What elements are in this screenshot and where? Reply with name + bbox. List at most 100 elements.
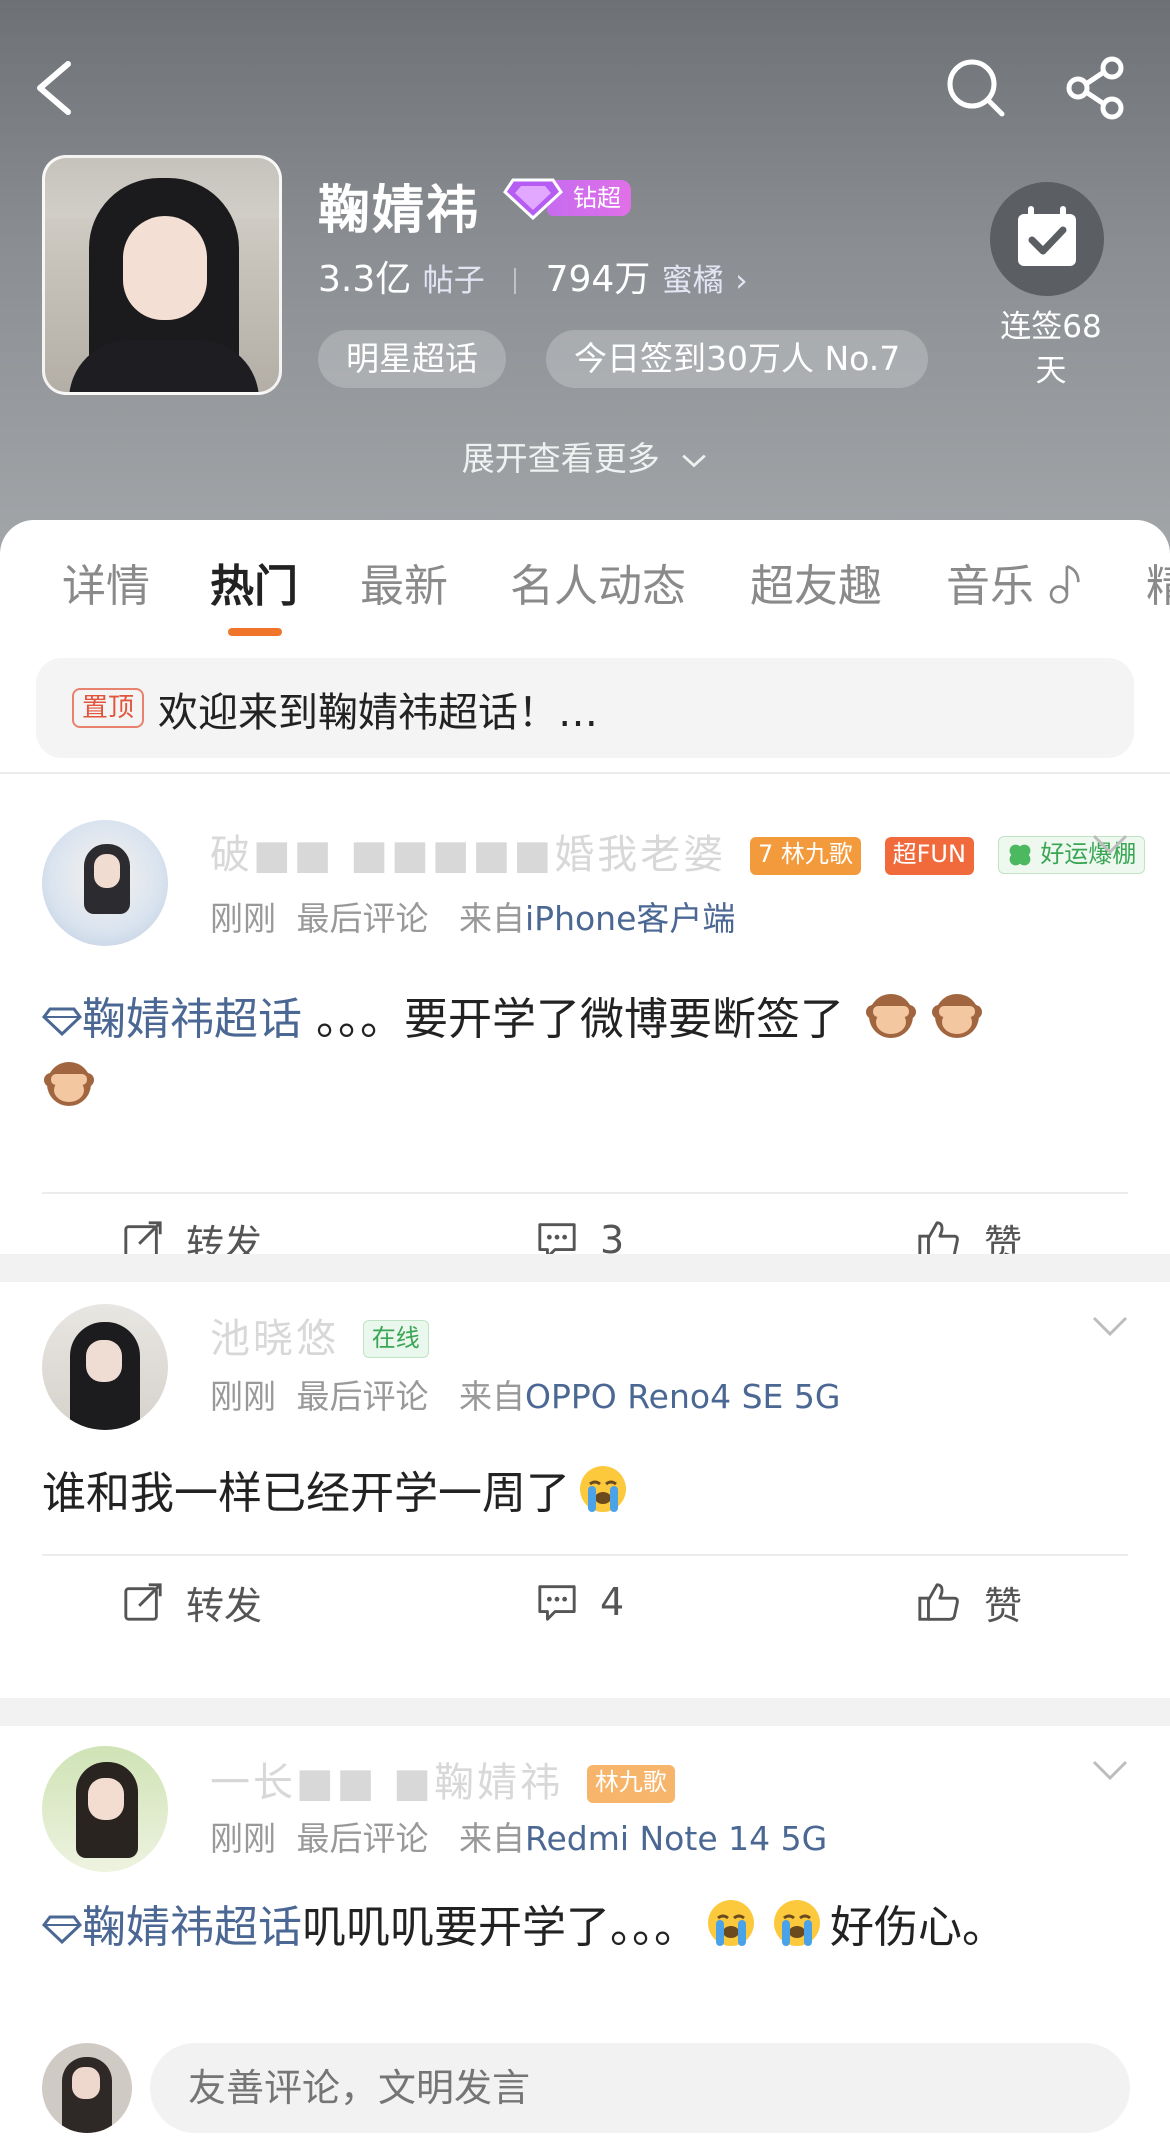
author-name-text[interactable]: 一长■■ ■鞠婧祎: [210, 1760, 563, 1806]
post-menu-chevron-icon[interactable]: [1090, 1312, 1130, 1342]
post-author-avatar[interactable]: [42, 820, 168, 946]
topic-link-label[interactable]: 鞠婧祎超话: [82, 994, 302, 1045]
post-text-end: 好伤心。: [830, 1902, 1006, 1953]
pinned-text[interactable]: 欢迎来到鞠婧祎超话！…: [158, 680, 598, 738]
tab-bar: 详情 热门 最新 名人动态 超友趣 音乐 精: [0, 550, 1170, 640]
see-no-evil-monkey-icon: [932, 994, 982, 1038]
fan-badge: 林九歌: [586, 1765, 675, 1803]
author-name-text[interactable]: 破■■ ■■■■■婚我老婆: [210, 832, 726, 878]
tab-celebrity-news[interactable]: 名人动态: [510, 550, 686, 614]
post-menu-chevron-icon[interactable]: [1090, 1756, 1130, 1786]
my-avatar[interactable]: [42, 2043, 132, 2133]
post-source[interactable]: Redmi Note 14 5G: [525, 1819, 827, 1858]
thumbs-up-icon: [918, 1583, 959, 1621]
topic-header: 鞠婧祎 钻超 3.3亿 帖子 794万 蜜橘 › 明星超话 今日签到30万人 N…: [0, 0, 1170, 560]
back-arrow-icon[interactable]: [28, 58, 78, 118]
comment-count[interactable]: 4: [600, 1580, 624, 1624]
share-icon[interactable]: [1064, 56, 1128, 120]
tab-hot[interactable]: 热门: [210, 550, 298, 614]
post-body[interactable]: 鞠婧祎超话 。。。要开学了微博要断签了: [41, 986, 1132, 1122]
like-label[interactable]: 赞: [984, 1575, 1022, 1630]
post-time: 刚刚: [210, 1377, 276, 1416]
fans-unit[interactable]: 蜜橘: [662, 263, 724, 299]
post-menu-chevron-icon[interactable]: [1090, 830, 1130, 860]
repost-icon: [124, 1583, 162, 1621]
like-button[interactable]: 赞: [916, 1562, 1022, 1642]
calendar-check-icon: [1018, 206, 1076, 266]
post-time: 刚刚: [210, 899, 276, 938]
post-body[interactable]: 鞠婧祎超话叽叽叽要开学了。。。 好伤心。: [41, 1894, 1132, 1962]
post-last-comment: 最后评论: [296, 899, 429, 938]
expand-label[interactable]: 展开查看更多: [462, 439, 660, 478]
topic-link[interactable]: 鞠婧祎超话: [41, 1902, 302, 1953]
comment-input[interactable]: [150, 2043, 1130, 2133]
post-author-avatar[interactable]: [42, 1746, 168, 1872]
author-name-text[interactable]: 池晓悠: [210, 1316, 339, 1362]
topic-link-label[interactable]: 鞠婧祎超话: [82, 1902, 302, 1953]
post-author-name[interactable]: 池晓悠 在线: [210, 1306, 429, 1364]
divider: [42, 1554, 1128, 1556]
post-source-prefix: 来自: [459, 899, 525, 938]
post-last-comment: 最后评论: [296, 1377, 429, 1416]
checkin-streak-label: 连签68天: [1000, 309, 1102, 389]
content-card: 详情 热门 最新 名人动态 超友趣 音乐 精 置顶 欢迎来到鞠婧祎超话！… 破■…: [0, 520, 1170, 2151]
loudly-crying-face-icon: [580, 1466, 626, 1512]
fan-badge-label: 林九歌: [780, 840, 853, 868]
topic-name: 鞠婧祎: [318, 181, 481, 241]
category-tag[interactable]: 明星超话: [318, 330, 506, 388]
fans-count[interactable]: 794万: [546, 259, 651, 300]
clover-icon: [1009, 844, 1031, 866]
diamond-super-badge: 钻超: [503, 174, 631, 222]
pinned-post[interactable]: 置顶 欢迎来到鞠婧祎超话！…: [36, 658, 1134, 758]
post-card: 池晓悠 在线 刚刚 最后评论 来自OPPO Reno4 SE 5G 谁和我一样已…: [0, 1282, 1170, 1702]
post-meta: 刚刚 最后评论 来自OPPO Reno4 SE 5G: [210, 1370, 840, 1418]
level-number: 7: [757, 840, 774, 868]
diamond-outline-icon: [41, 1007, 83, 1037]
topic-avatar[interactable]: [42, 155, 282, 395]
repost-button[interactable]: 转发: [122, 1562, 262, 1642]
diamond-outline-icon: [41, 1915, 83, 1945]
music-note-icon: [1049, 565, 1080, 604]
post-source[interactable]: OPPO Reno4 SE 5G: [525, 1377, 840, 1416]
chevron-down-icon: [682, 454, 706, 467]
tab-fan-fun[interactable]: 超友趣: [750, 550, 882, 614]
comment-bar: [0, 2023, 1170, 2151]
expand-more[interactable]: 展开查看更多: [0, 432, 1170, 480]
diamond-icon: [503, 178, 563, 220]
chevron-right-icon[interactable]: ›: [735, 263, 747, 299]
post-actions: 转发 4 赞: [0, 1562, 1170, 1642]
post-text: 。。。要开学了微博要断签了: [302, 994, 844, 1045]
post-body[interactable]: 谁和我一样已经开学一周了: [42, 1460, 1132, 1528]
post-author-name[interactable]: 破■■ ■■■■■婚我老婆 7 林九歌 超FUN 好运爆棚: [210, 822, 1146, 880]
see-no-evil-monkey-icon: [44, 1062, 94, 1106]
pinned-badge: 置顶: [72, 688, 145, 728]
tab-details[interactable]: 详情: [62, 550, 150, 614]
post-author-avatar[interactable]: [42, 1304, 168, 1430]
post-source-prefix: 来自: [459, 1377, 525, 1416]
loudly-crying-face-icon: [708, 1900, 754, 1946]
section-divider: [0, 1254, 1170, 1282]
post-time: 刚刚: [210, 1819, 276, 1858]
tab-latest[interactable]: 最新: [360, 550, 448, 614]
comment-button[interactable]: 4: [536, 1562, 624, 1642]
see-no-evil-monkey-icon: [866, 994, 916, 1038]
post-source[interactable]: iPhone客户端: [525, 899, 735, 938]
tab-music[interactable]: 音乐: [946, 550, 1084, 614]
posts-unit: 帖子: [422, 263, 485, 299]
checkin-button[interactable]: [990, 182, 1104, 296]
tab-music-label[interactable]: 音乐: [946, 561, 1034, 612]
comment-icon: [538, 1585, 576, 1621]
online-badge: 在线: [362, 1320, 429, 1358]
active-tab-indicator: [228, 628, 282, 636]
post-text: 叽叽叽要开学了。。。: [302, 1902, 698, 1953]
post-author-name[interactable]: 一长■■ ■鞠婧祎 林九歌: [210, 1750, 675, 1808]
divider: [0, 772, 1170, 774]
section-divider: [0, 1698, 1170, 1726]
checkin-rank-tag[interactable]: 今日签到30万人 No.7: [546, 330, 929, 388]
repost-label[interactable]: 转发: [186, 1575, 262, 1630]
tab-featured[interactable]: 精: [1146, 550, 1170, 614]
topic-link[interactable]: 鞠婧祎超话: [41, 994, 302, 1045]
posts-count: 3.3亿: [318, 259, 412, 300]
search-icon[interactable]: [944, 56, 1008, 120]
divider: [42, 1192, 1128, 1194]
